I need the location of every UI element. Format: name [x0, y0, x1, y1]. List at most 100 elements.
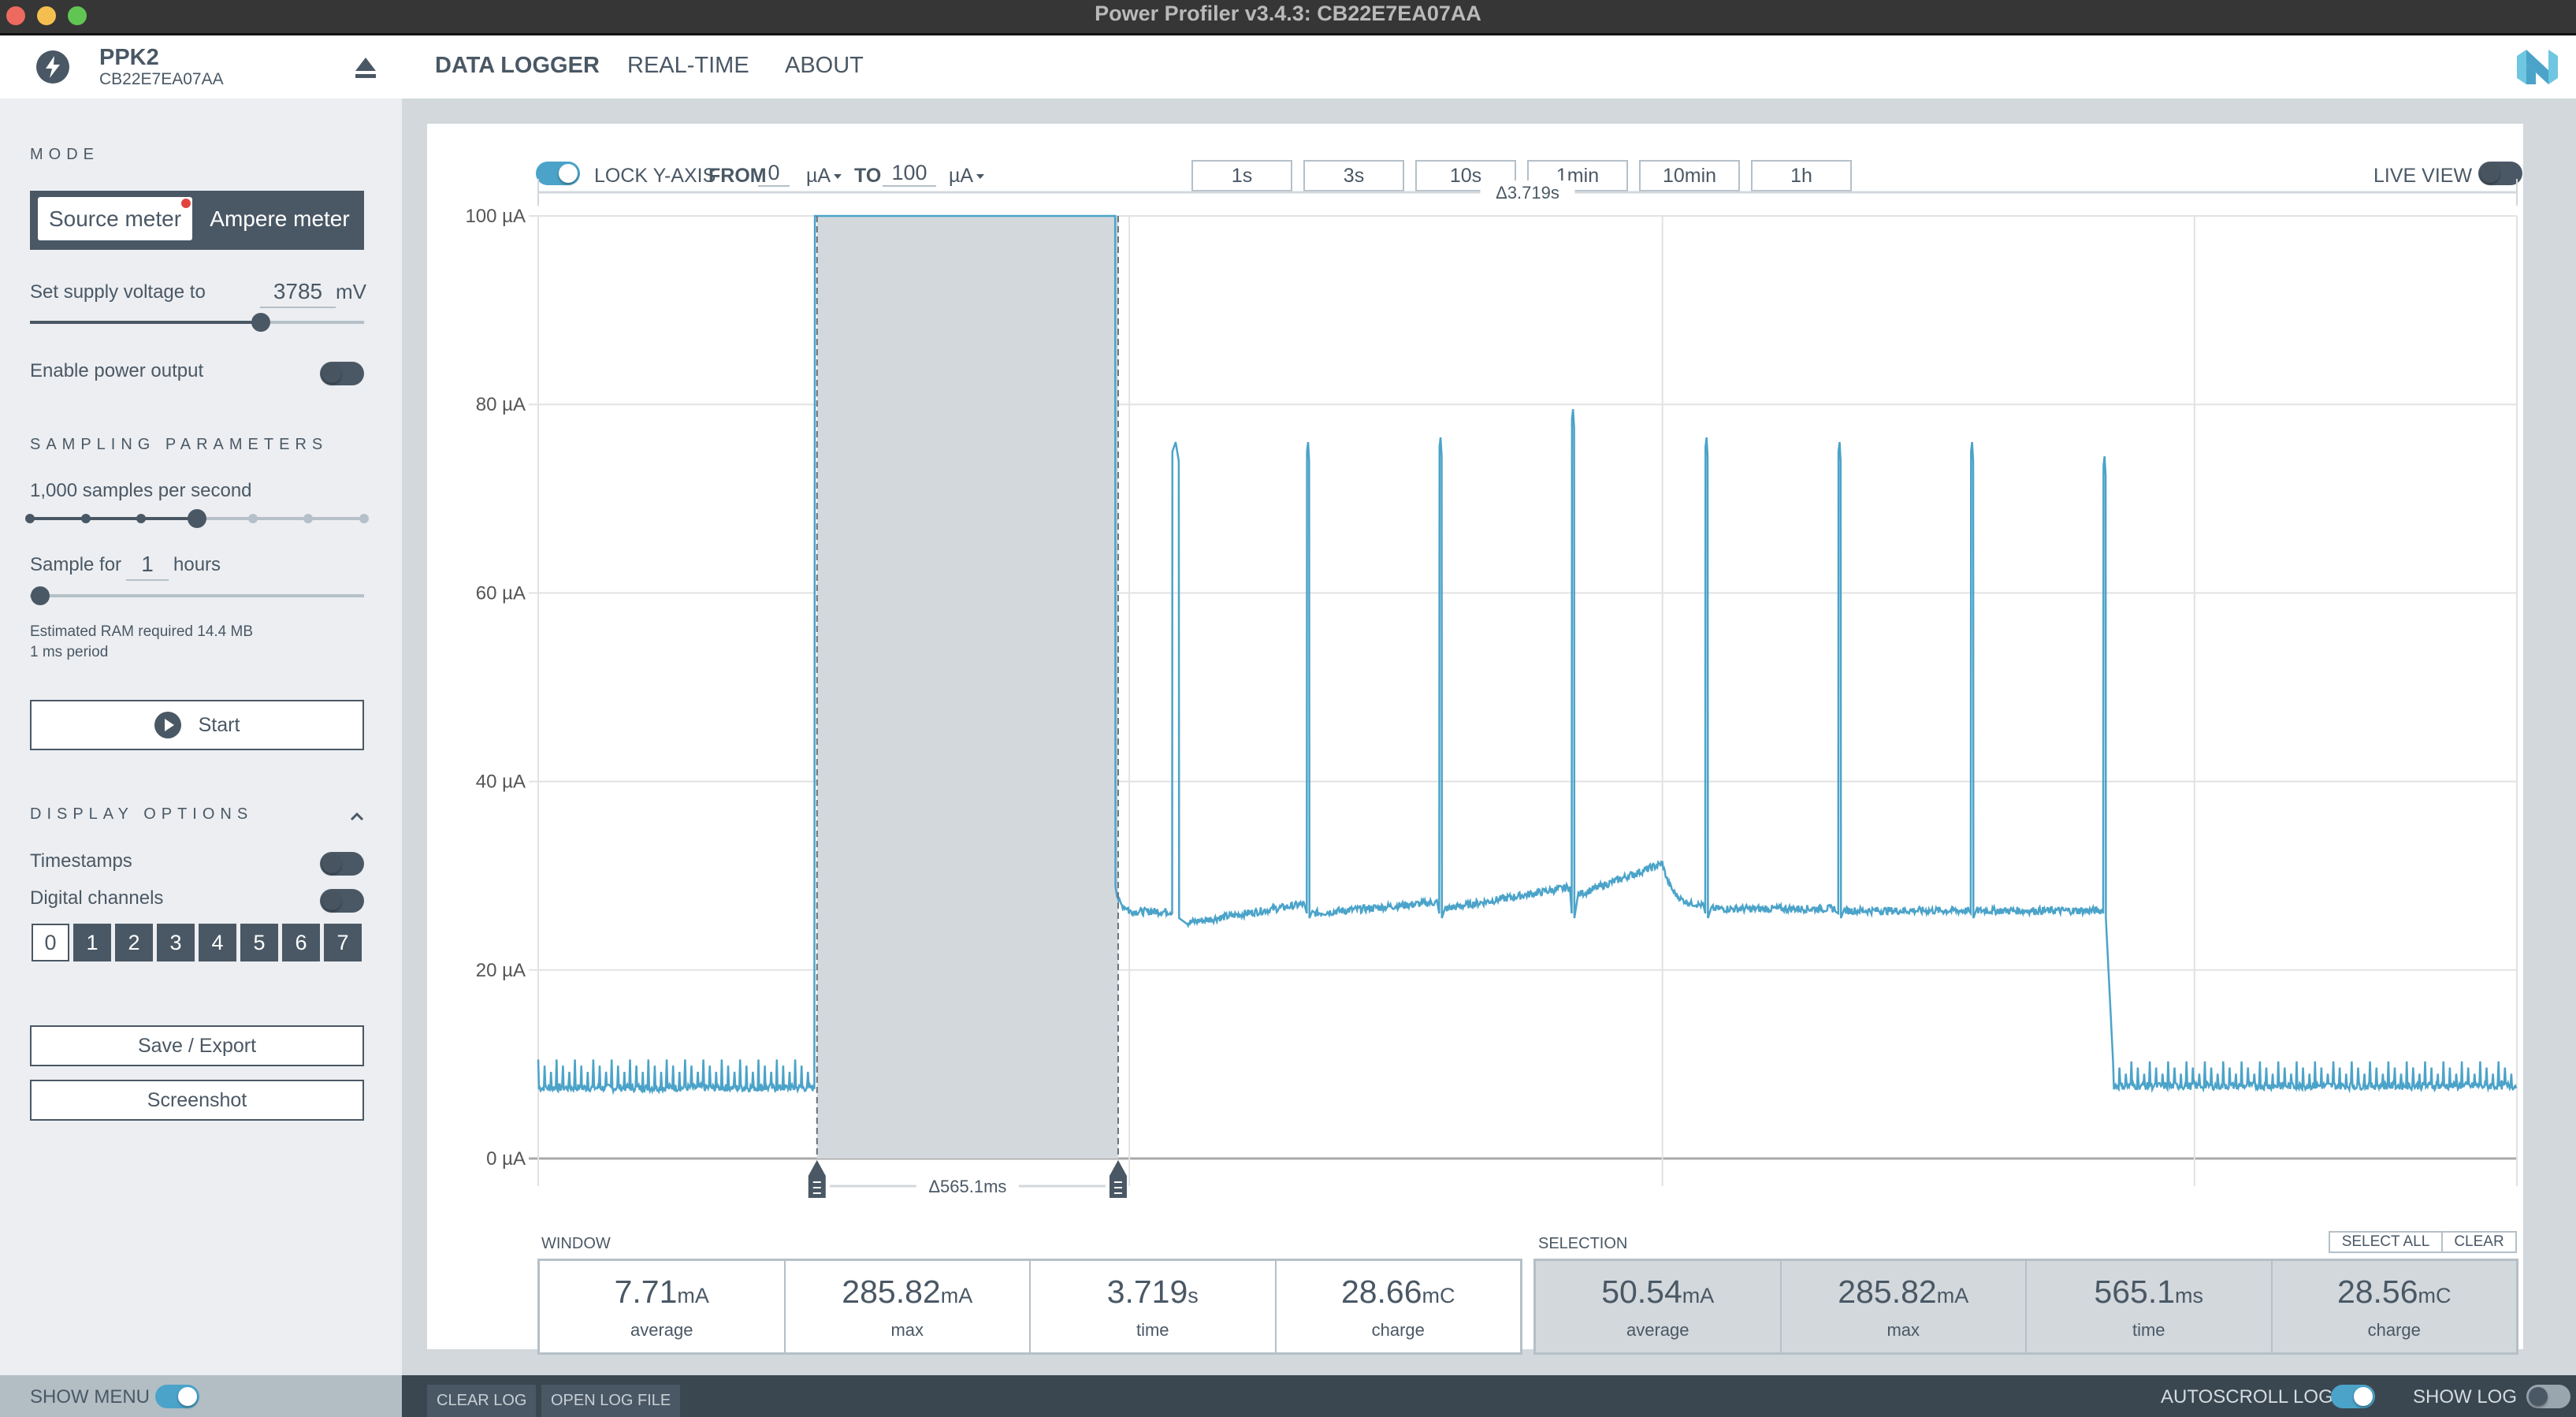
selection-handle[interactable]	[808, 1160, 826, 1198]
stat-value: 28.66mC	[1340, 1273, 1455, 1310]
stat-value: 50.54mA	[1601, 1273, 1715, 1310]
source-meter-button[interactable]: Source meter	[38, 197, 192, 240]
nordic-logo-icon	[2514, 46, 2561, 87]
timestamps-toggle[interactable]	[320, 852, 364, 876]
stat-unit: s	[1188, 1283, 1199, 1307]
digital-channels-toggle[interactable]	[320, 889, 364, 913]
start-button[interactable]: Start	[30, 700, 364, 750]
app-header: PPK2 CB22E7EA07AA DATA LOGGER REAL-TIME …	[0, 35, 2576, 99]
digital-channel-1[interactable]: 1	[73, 924, 111, 961]
y-tick-label: 0 µA	[486, 1148, 526, 1170]
digital-channel-7[interactable]: 7	[324, 924, 362, 961]
show-menu-label: SHOW MENU	[30, 1386, 150, 1408]
stat-value: 28.56mC	[2336, 1273, 2451, 1310]
sample-for-label: Sample for	[30, 554, 122, 575]
stat-value: 3.719s	[1106, 1273, 1199, 1310]
sample-rate-label: 1,000 samples per second	[30, 480, 252, 501]
mode-section-label: MODE	[30, 146, 99, 163]
save-export-button[interactable]: Save / Export	[30, 1025, 364, 1066]
bottom-bar-left: SHOW MENU	[0, 1375, 402, 1417]
selection-delta-label: Δ565.1ms	[928, 1177, 1006, 1196]
stat-caption: max	[1886, 1319, 1920, 1340]
sample-rate-step[interactable]	[136, 514, 147, 523]
selection-handle[interactable]	[1109, 1160, 1127, 1198]
display-options-label: DISPLAY OPTIONS	[30, 805, 254, 823]
select-all-button[interactable]: SELECT ALL	[2329, 1231, 2443, 1253]
window-stats-label: WINDOW	[541, 1235, 611, 1252]
stat-unit: mC	[1422, 1283, 1455, 1307]
sample-rate-step[interactable]	[25, 514, 35, 523]
selection-stats-label: SELECTION	[1538, 1235, 1628, 1252]
chevron-up-icon[interactable]	[350, 805, 364, 826]
sample-rate-slider-handle[interactable]	[188, 509, 206, 528]
play-icon	[154, 712, 181, 738]
window-delta-label: Δ3.719s	[1496, 183, 1559, 203]
selection-region	[816, 216, 1118, 1159]
digital-channel-0[interactable]: 0	[32, 924, 69, 961]
show-log-toggle[interactable]	[2526, 1385, 2570, 1408]
period-note: 1 ms period	[30, 644, 109, 660]
supply-voltage-slider-handle[interactable]	[251, 313, 270, 332]
sample-duration-slider-handle[interactable]	[30, 586, 50, 605]
show-log-label: SHOW LOG	[2413, 1386, 2518, 1408]
stat-caption: time	[2132, 1319, 2165, 1340]
stat-unit: mA	[940, 1283, 973, 1307]
device-name: PPK2	[99, 45, 159, 70]
digital-channel-3[interactable]: 3	[157, 924, 195, 961]
sample-rate-step[interactable]	[247, 514, 258, 523]
start-label: Start	[198, 713, 240, 736]
stat-caption: charge	[2367, 1319, 2421, 1340]
digital-channel-4[interactable]: 4	[199, 924, 236, 961]
digital-channel-6[interactable]: 6	[282, 924, 320, 961]
show-menu-toggle[interactable]	[155, 1385, 199, 1408]
eject-icon[interactable]	[354, 56, 377, 80]
screenshot-button[interactable]: Screenshot	[30, 1080, 364, 1121]
stat-caption: average	[630, 1319, 693, 1340]
supply-voltage-unit: mV	[336, 280, 366, 303]
current-chart[interactable]: Δ3.719s 0 µA 20 µA 40 µA 60 µA 80 µA 100 µA Δ56…	[427, 124, 2523, 1227]
sample-for-unit: hours	[173, 554, 221, 575]
y-tick-label: 100 µA	[465, 206, 526, 227]
status-dot	[181, 199, 191, 208]
sample-for-input[interactable]	[126, 549, 169, 581]
y-tick-label: 20 µA	[476, 960, 526, 981]
lightning-bolt-icon	[36, 50, 69, 84]
stat-caption: charge	[1371, 1319, 1425, 1340]
ampere-meter-button[interactable]: Ampere meter	[197, 197, 362, 240]
y-tick-label: 40 µA	[476, 772, 526, 793]
stat-caption: average	[1626, 1319, 1689, 1340]
main-panel: LOCK Y-AXIS FROM 0 µA TO 100 µA 1s 3s 10s 1…	[402, 99, 2576, 1375]
tab-data-logger[interactable]: DATA LOGGER	[435, 53, 600, 79]
ram-estimate: Estimated RAM required 14.4 MB	[30, 623, 254, 640]
y-tick-label: 80 µA	[476, 394, 526, 415]
sample-rate-step[interactable]	[303, 514, 314, 523]
stat-caption: time	[1136, 1319, 1169, 1340]
source-meter-label: Source meter	[48, 206, 182, 231]
tab-about[interactable]: ABOUT	[785, 53, 864, 79]
clear-selection-button[interactable]: CLEAR	[2441, 1231, 2517, 1253]
digital-channel-selector: 01234567	[32, 924, 362, 961]
digital-channel-2[interactable]: 2	[115, 924, 153, 961]
open-log-file-button[interactable]: OPEN LOG FILE	[541, 1385, 681, 1417]
stat-unit: mA	[1682, 1283, 1715, 1307]
stat-unit: mA	[677, 1283, 709, 1307]
autoscroll-log-label: AUTOSCROLL LOG	[2161, 1386, 2333, 1408]
sidebar: MODE Source meter Ampere meter Set suppl…	[0, 99, 402, 1375]
sample-rate-step[interactable]	[80, 514, 91, 523]
bottom-bar-right: CLEAR LOG OPEN LOG FILE AUTOSCROLL LOG S…	[402, 1375, 2576, 1417]
enable-power-label: Enable power output	[30, 360, 204, 381]
supply-voltage-input[interactable]	[260, 277, 336, 308]
tab-real-time[interactable]: REAL-TIME	[627, 53, 749, 79]
chart-card: LOCK Y-AXIS FROM 0 µA TO 100 µA 1s 3s 10s 1…	[427, 124, 2523, 1355]
enable-power-toggle[interactable]	[320, 362, 364, 385]
digital-channel-5[interactable]: 5	[240, 924, 278, 961]
stat-caption: max	[890, 1319, 924, 1340]
clear-log-button[interactable]: CLEAR LOG	[427, 1385, 537, 1417]
stat-value: 7.71mA	[614, 1273, 709, 1310]
y-tick-label: 60 µA	[476, 582, 526, 604]
selection-stats: 50.54mA average 285.82mA max 565.1ms time 28.5…	[1533, 1259, 2518, 1355]
sample-rate-step[interactable]	[359, 514, 369, 523]
stat-unit: mC	[2418, 1283, 2451, 1307]
window-max-stat: 285.82mA max	[786, 1261, 1031, 1352]
autoscroll-log-toggle[interactable]	[2331, 1385, 2375, 1408]
